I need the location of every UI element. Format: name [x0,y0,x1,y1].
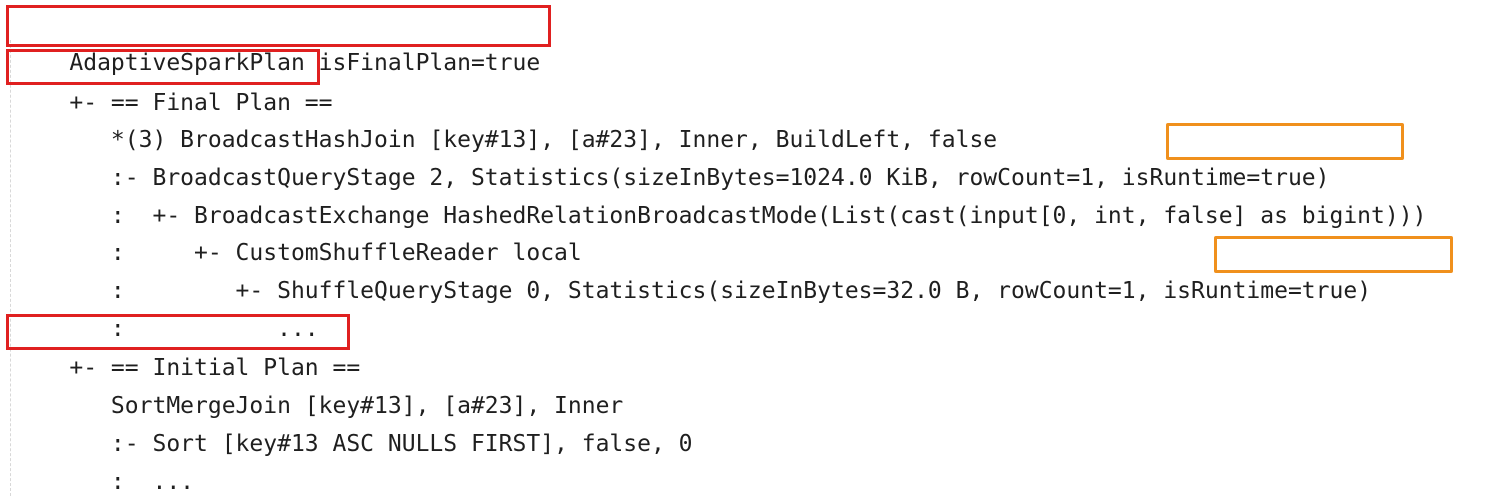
plan-line-broadcast-hash-join: *(3) BroadcastHashJoin [key#13], [a#23],… [14,86,997,153]
plan-line-text: : ... [69,469,195,495]
plan-line-root: AdaptiveSparkPlan isFinalPlan=true [14,9,540,76]
plan-line-custom-shuffle-reader: : +- CustomShuffleReader local [14,199,582,266]
plan-line-initial-header: +- == Initial Plan == [14,314,360,381]
plan-line-ellipsis: : ... [14,275,319,342]
plan-line-ellipsis: : ... [14,428,194,495]
plan-line-broadcast-query-stage: :- BroadcastQueryStage 2, Statistics(siz… [14,124,1330,191]
plan-line-sort-merge-join: SortMergeJoin [key#13], [a#23], Inner [14,352,623,419]
plan-line-sort: :- Sort [key#13 ASC NULLS FIRST], false,… [14,390,693,457]
indent-guide [10,40,11,496]
plan-line-final-header: +- == Final Plan == [14,49,332,116]
runtime-flag-text: isRuntime=true) [1163,278,1372,304]
plan-line-broadcast-exchange: : +- BroadcastExchange HashedRelationBro… [14,162,1427,229]
plan-output-viewer: AdaptiveSparkPlan isFinalPlan=true +- ==… [0,0,1500,496]
plan-line-shuffle-query-stage: : +- ShuffleQueryStage 0, Statistics(siz… [14,237,1371,304]
